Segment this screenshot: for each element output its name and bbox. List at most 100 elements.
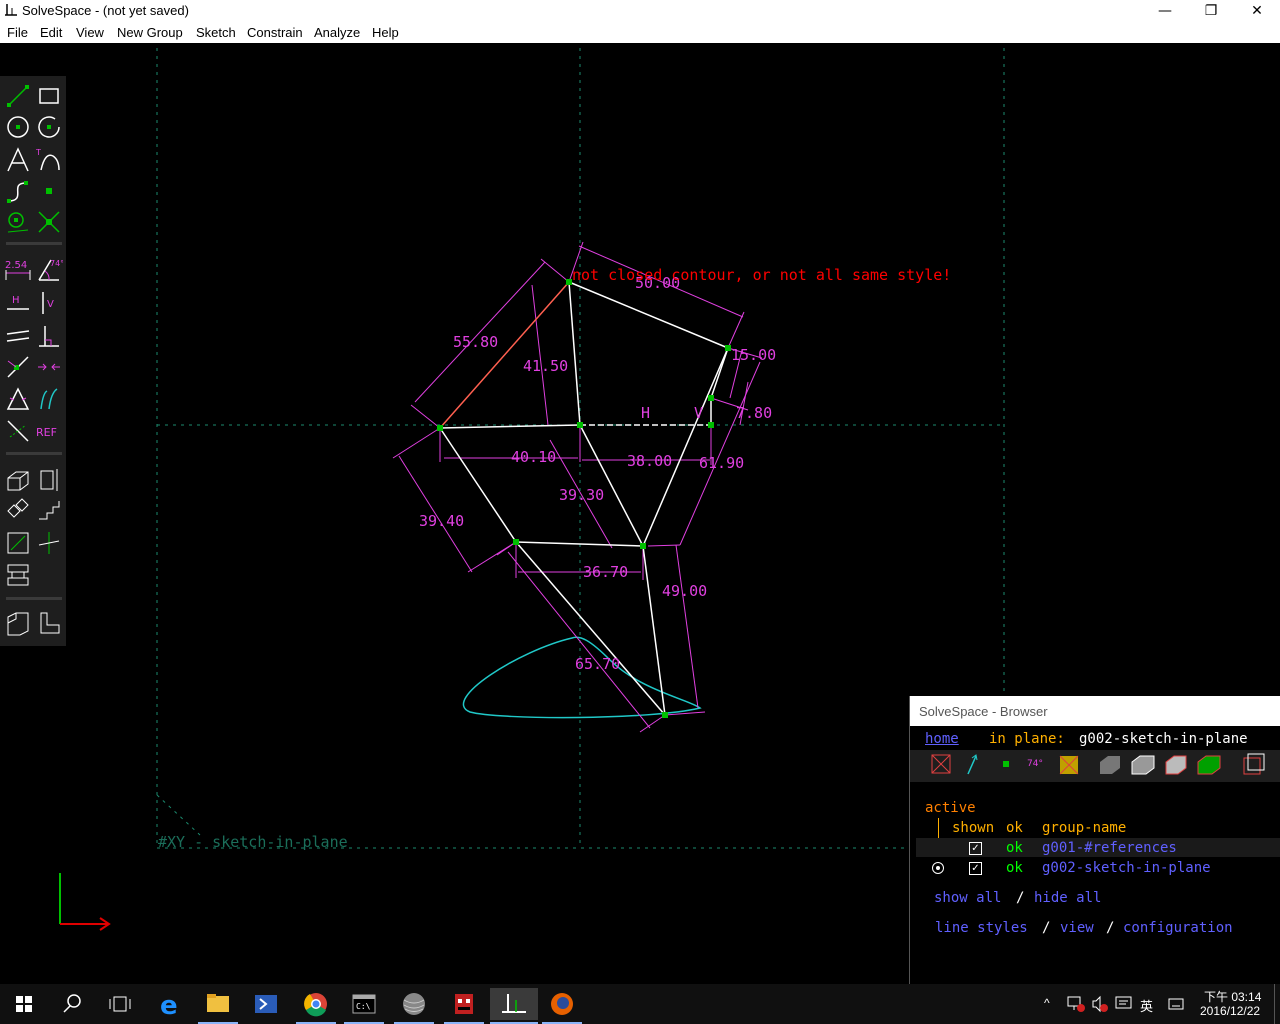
hide-all-link[interactable]: hide all: [1034, 890, 1101, 906]
faces-icon[interactable]: [1059, 755, 1079, 775]
menu-constrain[interactable]: Constrain: [247, 25, 303, 40]
import-button[interactable]: [4, 609, 32, 637]
point-tool-button[interactable]: [35, 177, 63, 205]
perpendicular-constraint-button[interactable]: [35, 322, 63, 350]
menu-file[interactable]: File: [7, 25, 28, 40]
configuration-link[interactable]: configuration: [1123, 920, 1233, 936]
perspective-icon[interactable]: [1243, 753, 1265, 775]
lathe-button[interactable]: [35, 466, 63, 494]
active-group-radio[interactable]: [932, 862, 944, 874]
hide-workplane-icon[interactable]: [931, 754, 951, 774]
network-icon[interactable]: [1066, 995, 1086, 1013]
file-explorer-app[interactable]: [198, 988, 238, 1024]
mesh-icon[interactable]: [1131, 755, 1155, 775]
horizontal-constraint-label[interactable]: H: [641, 404, 650, 422]
symmetric-constraint-button[interactable]: [35, 353, 63, 381]
bezier-tool-button[interactable]: [4, 177, 32, 205]
chrome-app[interactable]: [296, 988, 336, 1024]
construction-toggle-button[interactable]: [4, 417, 32, 445]
step-rotate-button[interactable]: [35, 497, 63, 525]
constraint-visibility-icon[interactable]: 74°: [1027, 759, 1043, 769]
highlighted-line[interactable]: [439, 281, 570, 429]
dim-label[interactable]: 7.80: [736, 404, 772, 422]
show-desktop-button[interactable]: [1274, 984, 1280, 1024]
shaded-solid-icon[interactable]: [1100, 756, 1120, 774]
red-app[interactable]: [444, 988, 484, 1024]
rectangle-tool-button[interactable]: [35, 82, 63, 110]
parallel-constraint-button[interactable]: [4, 322, 32, 350]
vertical-constraint-label[interactable]: V: [694, 404, 703, 422]
message-icon[interactable]: [1114, 995, 1134, 1013]
menu-edit[interactable]: Edit: [40, 25, 62, 40]
dim-label[interactable]: 41.50: [523, 357, 568, 375]
search-button[interactable]: [52, 988, 92, 1020]
point-on-constraint-button[interactable]: [4, 353, 32, 381]
split-tool-button[interactable]: [35, 208, 63, 236]
menu-analyze[interactable]: Analyze: [314, 25, 360, 40]
arc-tool-button[interactable]: [35, 113, 63, 141]
close-button[interactable]: ✕: [1234, 0, 1280, 22]
nearest-iso-button[interactable]: [35, 529, 63, 557]
step-translate-button[interactable]: [4, 497, 32, 525]
menu-sketch[interactable]: Sketch: [196, 25, 236, 40]
powershell-app[interactable]: [246, 988, 286, 1020]
menu-new-group[interactable]: New Group: [117, 25, 183, 40]
horizontal-constraint-button[interactable]: H: [4, 289, 32, 317]
view-link[interactable]: view: [1060, 920, 1094, 936]
outline-icon[interactable]: [1165, 755, 1187, 775]
dim-label[interactable]: 15.00: [731, 346, 776, 364]
home-link[interactable]: home: [925, 731, 959, 747]
menu-help[interactable]: Help: [372, 25, 399, 40]
task-view-button[interactable]: [100, 988, 140, 1020]
ime-indicator[interactable]: 英: [1140, 996, 1153, 1015]
column-group-name: group-name: [1042, 820, 1127, 836]
show-all-link[interactable]: show all: [934, 890, 1001, 906]
sphere-app[interactable]: [394, 988, 434, 1024]
group-name-link[interactable]: g001-#references: [1042, 840, 1177, 856]
new-sketch-button[interactable]: [35, 609, 63, 637]
workplane-button[interactable]: [4, 529, 32, 557]
dim-label[interactable]: 61.90: [699, 454, 744, 472]
dim-label[interactable]: 38.00: [627, 452, 672, 470]
text-tool-button[interactable]: [4, 146, 32, 174]
group-name-link[interactable]: g002-sketch-in-plane: [1042, 860, 1211, 876]
shown-checkbox[interactable]: ✓: [969, 842, 982, 855]
angle-constraint-button[interactable]: 74°: [35, 256, 64, 284]
tray-expand-icon[interactable]: ^: [1044, 996, 1050, 1010]
line-tool-button[interactable]: [4, 82, 32, 110]
point-visibility-icon[interactable]: [1003, 761, 1009, 767]
firefox-app[interactable]: [542, 988, 582, 1024]
minimize-button[interactable]: —: [1142, 0, 1188, 22]
edge-app[interactable]: e: [150, 988, 190, 1021]
menu-view[interactable]: View: [76, 25, 104, 40]
clock-date[interactable]: 2016/12/22: [1200, 1004, 1260, 1018]
reference-toggle-button[interactable]: REF: [35, 417, 63, 445]
dim-label[interactable]: 49.00: [662, 582, 707, 600]
clock-time[interactable]: 下午 03:14: [1204, 988, 1261, 1005]
shown-checkbox[interactable]: ✓: [969, 862, 982, 875]
restore-button[interactable]: ❐: [1188, 0, 1234, 22]
dim-label[interactable]: 40.10: [511, 448, 556, 466]
distance-constraint-button[interactable]: 2.54: [4, 256, 32, 284]
start-button[interactable]: [4, 988, 44, 1020]
dim-label[interactable]: 36.70: [583, 563, 628, 581]
volume-icon[interactable]: [1090, 995, 1110, 1013]
keyboard-icon[interactable]: [1166, 994, 1186, 1014]
equal-constraint-button[interactable]: [4, 385, 32, 413]
extrude-button[interactable]: [4, 466, 32, 494]
cmd-app[interactable]: C:\: [344, 988, 384, 1024]
construction-point-tool-button[interactable]: [4, 208, 32, 236]
edges-icon[interactable]: [1197, 755, 1221, 775]
dim-label[interactable]: 39.30: [559, 486, 604, 504]
normal-icon[interactable]: [967, 754, 978, 775]
assemble-button[interactable]: [4, 561, 32, 589]
dim-label[interactable]: 39.40: [419, 512, 464, 530]
dim-label[interactable]: 65.70: [575, 655, 620, 673]
solvespace-app[interactable]: [490, 988, 538, 1024]
circle-tool-button[interactable]: [4, 113, 32, 141]
tangent-arc-tool-button[interactable]: T: [35, 146, 63, 174]
dim-label[interactable]: 55.80: [453, 333, 498, 351]
line-styles-link[interactable]: line styles: [935, 920, 1028, 936]
tangent-constraint-button[interactable]: [35, 385, 63, 413]
vertical-constraint-button[interactable]: V: [35, 289, 63, 317]
